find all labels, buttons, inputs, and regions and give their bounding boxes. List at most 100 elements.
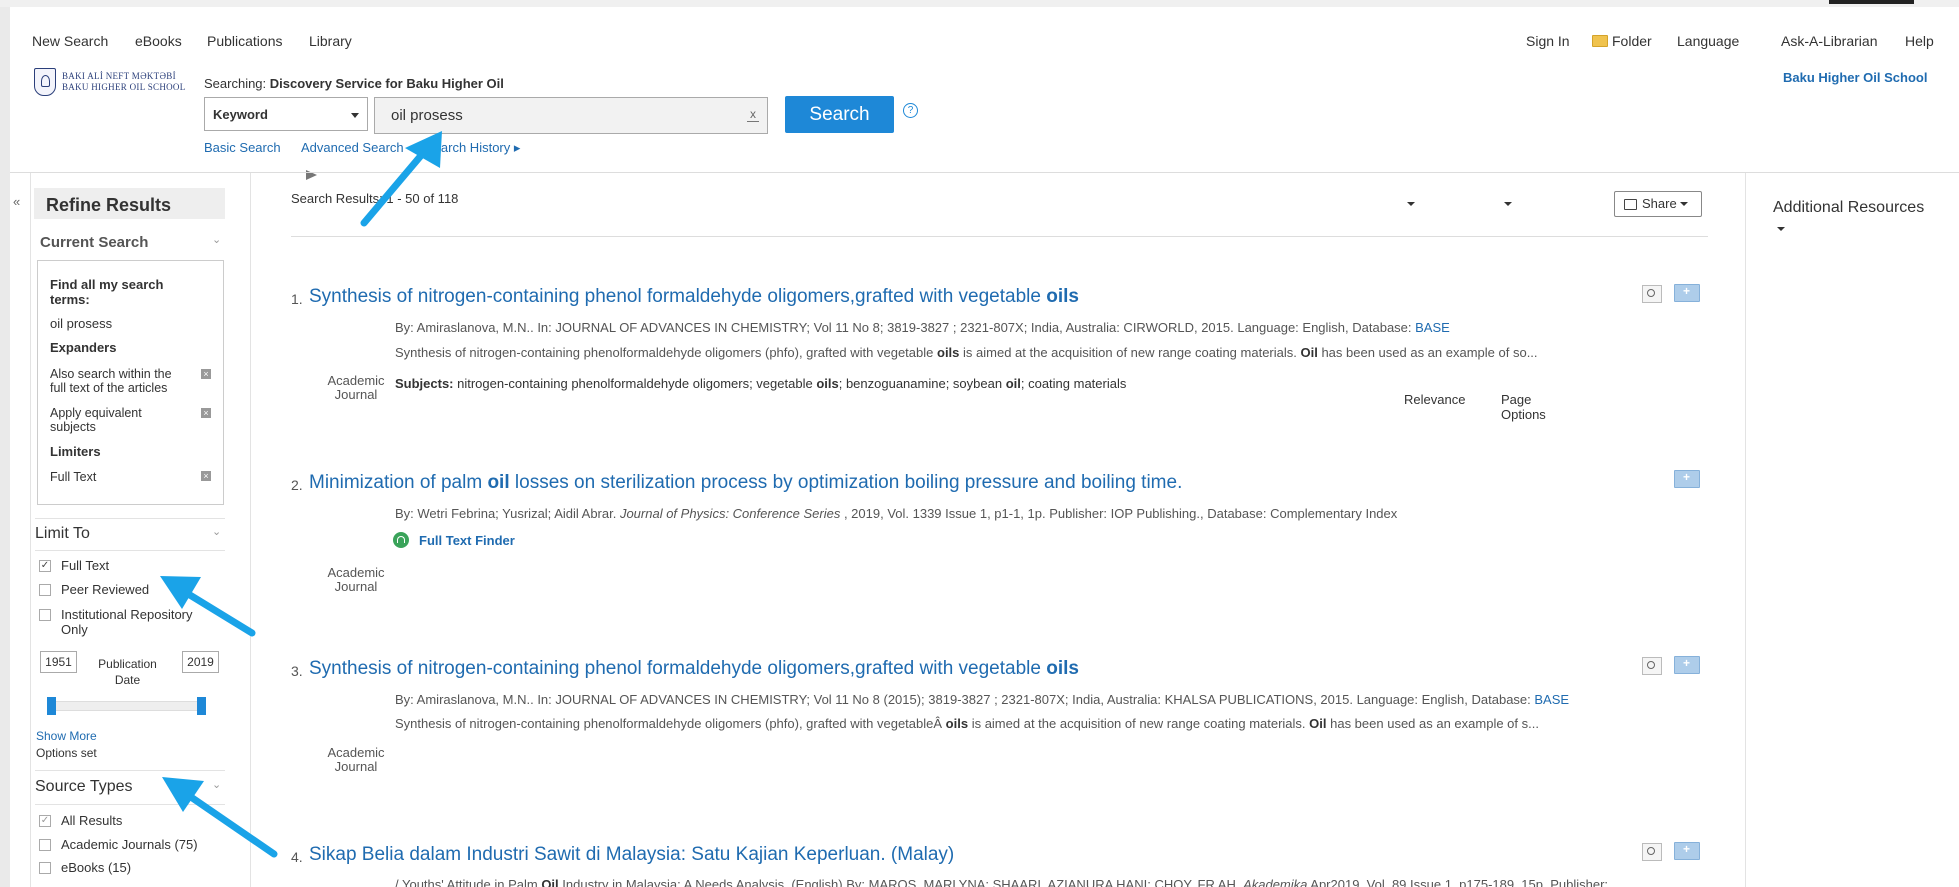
search-history-link[interactable]: Search History ▸ — [425, 140, 520, 156]
abstract-text: has been used as an example of s... — [1326, 716, 1539, 731]
abstract-highlight: Oil — [1309, 716, 1327, 731]
limit-peer-reviewed[interactable]: Peer Reviewed — [39, 582, 149, 597]
abstract-highlight: oils — [945, 716, 969, 731]
divider — [35, 550, 225, 551]
advanced-search-link[interactable]: Advanced Search — [301, 140, 404, 155]
preview-icon[interactable] — [1642, 843, 1662, 861]
remove-limiter-icon[interactable]: × — [201, 471, 211, 481]
result-title[interactable]: Sikap Belia dalam Industri Sawit di Mala… — [309, 844, 954, 866]
checkbox[interactable] — [39, 862, 51, 874]
subject-highlight: oils — [816, 376, 839, 391]
chevron-down-icon — [1504, 202, 1512, 206]
database-link[interactable]: BASE — [1415, 320, 1450, 335]
source-ebooks[interactable]: eBooks (15) — [39, 860, 131, 875]
additional-resources-heading[interactable]: Additional Resources — [1773, 199, 1924, 217]
nav-folder[interactable]: Folder — [1592, 33, 1652, 49]
result-abstract: Synthesis of nitrogen-containing phenolf… — [395, 716, 1539, 731]
nav-sign-in[interactable]: Sign In — [1526, 33, 1570, 49]
search-field-select[interactable]: Keyword — [204, 97, 368, 131]
checkbox-checked[interactable]: ✓ — [39, 560, 51, 572]
result-abstract: Synthesis of nitrogen-containing phenolf… — [395, 345, 1538, 360]
find-all-label: Find all my search terms: — [50, 277, 164, 307]
results-count: Search Results: 1 - 50 of 118 — [291, 191, 459, 206]
options-set-label: Options set — [36, 746, 97, 760]
title-highlight: oils — [1046, 286, 1079, 307]
title-highlight: oils — [1046, 658, 1079, 679]
abstract-highlight: Oil — [1300, 345, 1318, 360]
result-meta: / Youths' Attitude in Palm Oil Industry … — [395, 877, 1608, 887]
year-from-input[interactable]: 1951 — [40, 651, 77, 673]
page-frame: New Search eBooks Publications Library S… — [10, 7, 1959, 887]
institution-logo[interactable]: BAKI ALİ NEFT MƏKTƏBİ BAKU HIGHER OIL SC… — [34, 68, 199, 98]
checkbox[interactable] — [39, 609, 51, 621]
crest-icon — [34, 68, 56, 96]
result-number: 1. — [291, 291, 303, 307]
result-number: 2. — [291, 477, 303, 493]
limit-full-text[interactable]: ✓ Full Text — [39, 558, 109, 573]
remove-expander-icon[interactable]: × — [201, 408, 211, 418]
nav-language[interactable]: Language — [1677, 33, 1739, 49]
add-to-folder-icon[interactable] — [1674, 470, 1700, 488]
limit-to-heading[interactable]: Limit To — [35, 525, 90, 543]
preview-icon[interactable] — [1642, 285, 1662, 303]
limit-institutional[interactable]: Institutional Repository Only — [39, 607, 209, 637]
preview-icon[interactable] — [1642, 657, 1662, 675]
nav-new-search[interactable]: New Search — [32, 33, 108, 49]
full-text-finder-icon — [393, 532, 409, 548]
publication-date-label: Publication Date — [98, 657, 157, 687]
clear-search-icon[interactable]: x — [747, 108, 759, 122]
nav-ask-a-librarian[interactable]: Ask-A-Librarian — [1781, 33, 1877, 49]
query-term-link[interactable]: oil prosess — [50, 316, 112, 331]
date-slider-handle-left[interactable] — [47, 697, 56, 715]
source-academic-journals[interactable]: Academic Journals (75) — [39, 837, 198, 852]
search-help-icon[interactable]: ? — [903, 103, 918, 118]
date-slider-track[interactable] — [50, 701, 206, 711]
database-link[interactable]: BASE — [1534, 692, 1569, 707]
result-title[interactable]: Minimization of palm oil losses on steri… — [309, 472, 1182, 494]
source-all-results[interactable]: ✓ All Results — [39, 813, 122, 828]
page-options-dropdown[interactable]: Page Options — [1501, 196, 1546, 422]
top-strip — [0, 0, 1959, 7]
year-to-input[interactable]: 2019 — [182, 651, 219, 673]
collapse-sidebar-icon[interactable]: « — [13, 194, 20, 209]
chevron-down-icon[interactable]: ⌄ — [212, 233, 221, 246]
result-title[interactable]: Synthesis of nitrogen-containing phenol … — [309, 658, 1079, 680]
chevron-down-icon — [351, 113, 359, 118]
add-to-folder-icon[interactable] — [1674, 842, 1700, 860]
nav-ebooks[interactable]: eBooks — [135, 33, 182, 49]
search-button[interactable]: Search — [785, 96, 894, 133]
basic-search-link[interactable]: Basic Search — [204, 140, 281, 155]
chevron-down-icon[interactable] — [1777, 227, 1785, 231]
current-search-heading[interactable]: Current Search — [40, 234, 148, 251]
limit-peer-label: Peer Reviewed — [61, 582, 150, 597]
show-more-link[interactable]: Show More — [36, 729, 97, 743]
title-text: Minimization of palm — [309, 472, 488, 493]
institution-name[interactable]: Baku Higher Oil School — [1783, 70, 1927, 85]
abstract-text: has been used as an example of so... — [1317, 345, 1538, 360]
result-title[interactable]: Synthesis of nitrogen-containing phenol … — [309, 286, 1079, 308]
checkbox[interactable] — [39, 839, 51, 851]
subject-text: ; coating materials — [1020, 376, 1127, 391]
nav-help[interactable]: Help — [1905, 33, 1934, 49]
source-types-heading[interactable]: Source Types — [35, 778, 133, 796]
nav-library[interactable]: Library — [309, 33, 352, 49]
checkbox-checked[interactable]: ✓ — [39, 815, 51, 827]
chevron-down-icon[interactable]: ⌄ — [212, 778, 221, 791]
meta-text: Industry in Malaysia: A Needs Analysis. … — [558, 877, 1244, 887]
remove-expander-icon[interactable]: × — [201, 369, 211, 379]
meta-text: Apr2019, Vol. 89 Issue 1, p175-189. 15p.… — [1307, 877, 1609, 887]
search-input[interactable]: oil prosess x — [374, 97, 768, 134]
relevance-dropdown[interactable]: Relevance — [1404, 196, 1465, 407]
result-meta: By: Amiraslanova, M.N.. In: JOURNAL OF A… — [395, 692, 1569, 707]
chevron-down-icon[interactable]: ⌄ — [212, 525, 221, 538]
add-to-folder-icon[interactable] — [1674, 656, 1700, 674]
add-to-folder-icon[interactable] — [1674, 284, 1700, 302]
share-button[interactable]: Share — [1614, 191, 1702, 217]
logo-line-1: BAKI ALİ NEFT MƏKTƏBİ — [62, 71, 176, 81]
full-text-finder-link[interactable]: Full Text Finder — [393, 532, 515, 548]
checkbox[interactable] — [39, 584, 51, 596]
main-left-edge — [250, 173, 251, 887]
nav-publications[interactable]: Publications — [207, 33, 283, 49]
date-slider-handle-right[interactable] — [197, 697, 206, 715]
abstract-text: is aimed at the acquisition of new range… — [959, 345, 1301, 360]
